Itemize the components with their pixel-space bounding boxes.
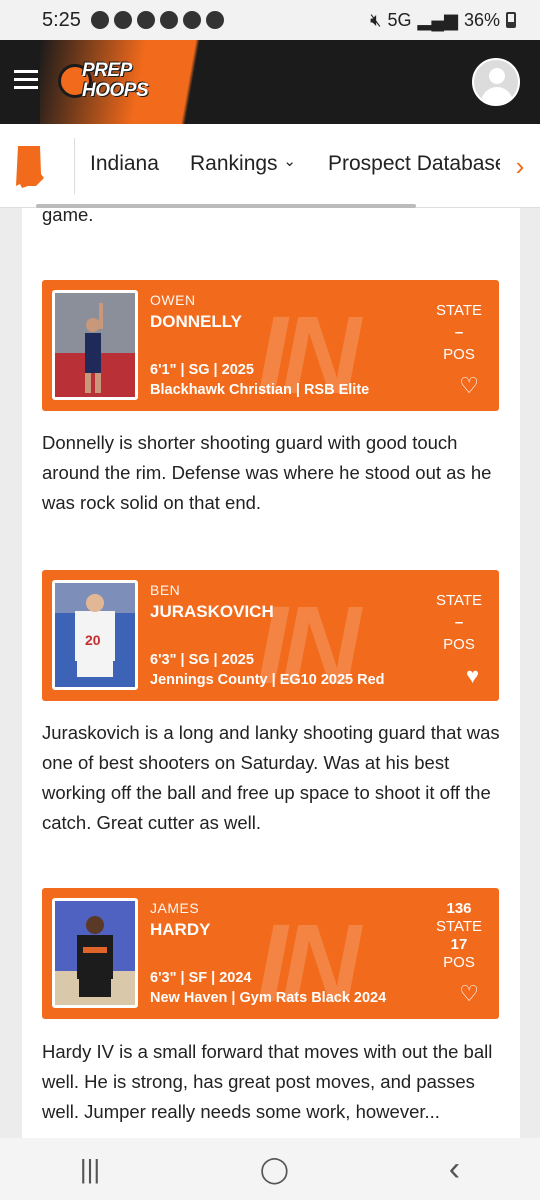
player-last-name[interactable]: JURASKOVICH: [150, 602, 274, 622]
status-bar: 5:25 🔇︎ 5G ▂▄▆ 36%: [0, 0, 540, 40]
notification-icons: [90, 11, 224, 29]
home-icon[interactable]: ◯: [260, 1154, 289, 1185]
player-last-name[interactable]: DONNELLY: [150, 312, 242, 332]
player-bio: Hardy IV is a small forward that moves w…: [42, 1041, 493, 1122]
player-rank: 136 STATE 17 POS: [429, 900, 489, 972]
player-first-name: JAMES: [150, 900, 200, 916]
national-rank-value: 136: [446, 900, 472, 917]
chevron-right-icon[interactable]: ›: [500, 124, 540, 207]
state-subnav: Indiana Rankings ⌄ Prospect Database ›: [0, 124, 540, 208]
back-icon[interactable]: ‹: [449, 1150, 460, 1189]
player-photo-image: [55, 901, 135, 1005]
messenger-icon: [113, 11, 132, 29]
player-meta: 6'3" | SF | 2024: [150, 970, 252, 986]
subnav-item-indiana[interactable]: Indiana: [90, 152, 159, 176]
subnav-divider: [74, 138, 75, 194]
player-school[interactable]: New Haven | Gym Rats Black 2024: [150, 990, 386, 1006]
state-rank-value: –: [454, 324, 464, 341]
heart-icon[interactable]: ♥: [466, 665, 479, 687]
player-meta: 6'1" | SG | 2025: [150, 362, 254, 378]
battery-icon: [506, 12, 516, 28]
player-photo[interactable]: [52, 290, 138, 400]
player-photo[interactable]: 20: [52, 580, 138, 690]
logo-line1: PREP: [82, 60, 132, 81]
player-rank: STATE – POS: [429, 300, 489, 366]
player-first-name: BEN: [150, 582, 181, 598]
player-card[interactable]: IN 20 BEN JURASKOVICH 6'3" | SG | 2025 J…: [42, 570, 499, 701]
indiana-state-icon[interactable]: [14, 144, 46, 188]
player-card[interactable]: IN JAMES HARDY 6'3" | SF | 2024 New Have…: [42, 888, 499, 1019]
messenger-icon: [136, 11, 155, 29]
subnav-item-prospect-database[interactable]: Prospect Database: [328, 152, 507, 176]
status-time: 5:25: [42, 8, 81, 31]
state-rank-label: STATE: [435, 302, 483, 319]
chevron-down-icon: ⌄: [283, 153, 296, 170]
pos-label: POS: [443, 346, 475, 363]
recents-icon[interactable]: |||: [80, 1154, 100, 1185]
menu-icon[interactable]: [14, 70, 38, 90]
app-header: PREP HOOPS: [0, 40, 540, 124]
player-school[interactable]: Blackhawk Christian | RSB Elite: [150, 382, 369, 398]
subnav-item-label: Rankings: [190, 152, 278, 175]
logo-line2: HOOPS: [82, 80, 149, 101]
player-rank: STATE – POS: [429, 590, 489, 656]
facebook-icon: [159, 11, 178, 29]
player-school[interactable]: Jennings County | EG10 2025 Red: [150, 672, 385, 688]
player-photo[interactable]: [52, 898, 138, 1008]
signal-icon: ▂▄▆: [417, 9, 458, 30]
status-right: 🔇︎ 5G ▂▄▆ 36%: [370, 10, 516, 31]
player-last-name[interactable]: HARDY: [150, 920, 210, 940]
messenger-icon: [90, 11, 109, 29]
network-label: 5G: [387, 9, 412, 30]
heart-icon[interactable]: ♡: [459, 375, 479, 397]
player-card[interactable]: IN OWEN DONNELLY 6'1" | SG | 2025 Blackh…: [42, 280, 499, 411]
system-nav-bar: ||| ◯ ‹: [0, 1138, 540, 1200]
player-photo-image: 20: [55, 583, 135, 687]
svg-text:20: 20: [85, 632, 101, 648]
state-rank-label: STATE: [435, 918, 483, 935]
prep-hoops-logo[interactable]: PREP HOOPS: [58, 58, 158, 106]
player-photo-image: [55, 293, 135, 397]
article-body: game. IN OWEN DONNELLY 6'1" | SG | 2025 …: [22, 208, 520, 1138]
pos-label: POS: [443, 954, 475, 971]
state-rank-value: 17: [450, 936, 468, 953]
subnav-item-rankings[interactable]: Rankings ⌄: [190, 152, 296, 176]
player-first-name: OWEN: [150, 292, 196, 308]
pos-label: POS: [443, 636, 475, 653]
article-paragraph: game.: [42, 208, 94, 225]
facebook-icon: [205, 11, 224, 29]
player-bio: Juraskovich is a long and lanky shooting…: [42, 722, 500, 833]
heart-icon[interactable]: ♡: [459, 983, 479, 1005]
state-rank-value: –: [454, 614, 464, 631]
battery-label: 36%: [463, 9, 500, 30]
mute-icon: 🔇︎: [370, 9, 382, 30]
player-bio: Donnelly is shorter shooting guard with …: [42, 432, 492, 513]
state-rank-label: STATE: [435, 592, 483, 609]
facebook-icon: [182, 11, 201, 29]
user-avatar-icon[interactable]: [472, 58, 520, 106]
player-meta: 6'3" | SG | 2025: [150, 652, 254, 668]
